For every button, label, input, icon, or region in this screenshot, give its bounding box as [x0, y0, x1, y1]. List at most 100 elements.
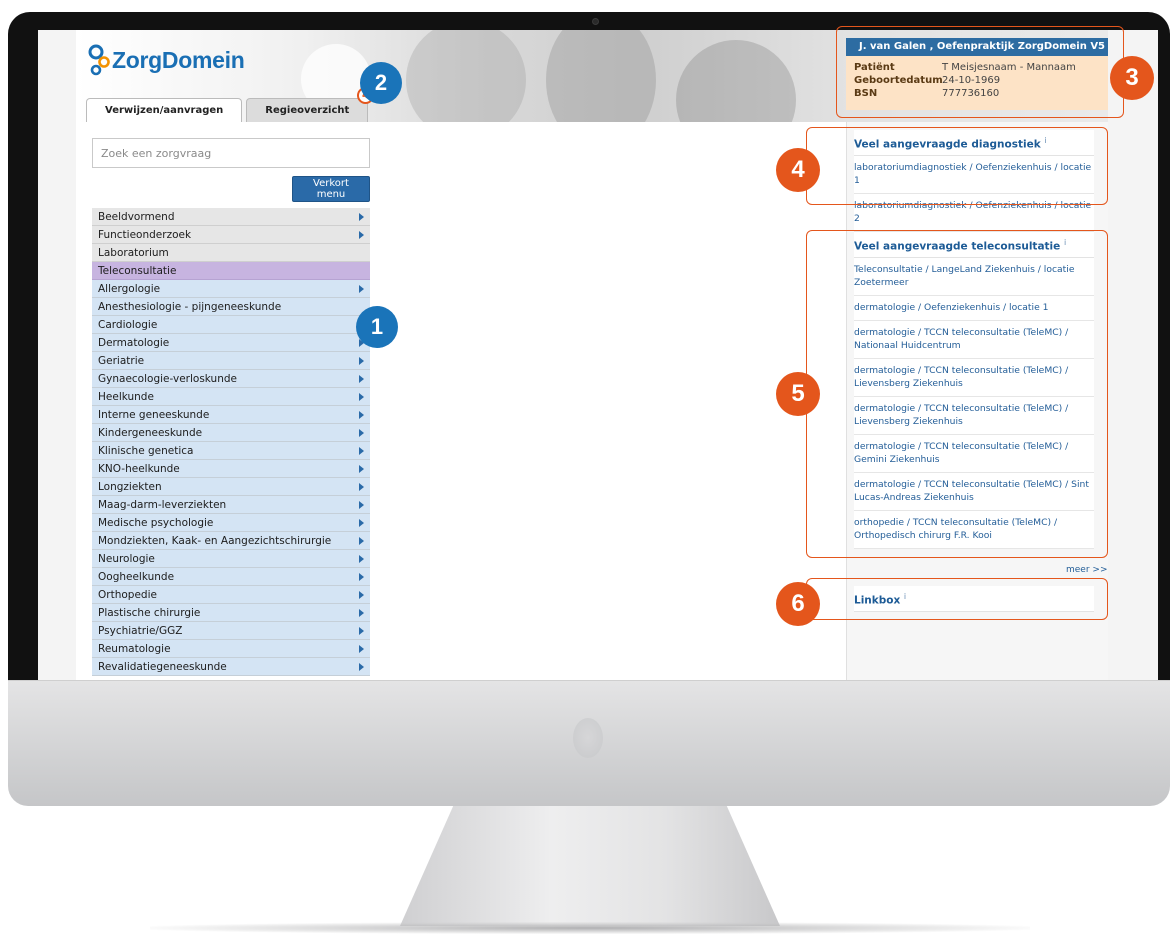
menu-item-label: Functieonderzoek: [98, 229, 192, 241]
callout-4: 4: [776, 148, 820, 192]
callout-1: 1: [356, 306, 398, 348]
chevron-right-icon: [359, 519, 364, 527]
menu-item[interactable]: Reumatologie: [92, 640, 370, 658]
menu-item-label: Orthopedie: [98, 589, 157, 601]
menu-item[interactable]: Teleconsultatie: [92, 262, 370, 280]
menu-item-label: Cardiologie: [98, 319, 158, 331]
callout-5: 5: [776, 372, 820, 416]
menu-item[interactable]: Orthopedie: [92, 586, 370, 604]
callout-frame-4: [806, 127, 1108, 205]
logo-icon: [88, 44, 110, 76]
chevron-right-icon: [359, 609, 364, 617]
main-tabs: Verwijzen/aanvragen Regieoverzicht: [86, 98, 369, 122]
menu-item-label: Geriatrie: [98, 355, 145, 367]
menu-item-label: Anesthesiologie - pijngeneeskunde: [98, 301, 282, 313]
meer-link[interactable]: meer >>: [1066, 565, 1107, 575]
menu-item[interactable]: Longziekten: [92, 478, 370, 496]
callout-frame-6: [806, 578, 1108, 620]
apple-logo-icon: [573, 718, 603, 758]
chevron-right-icon: [359, 537, 364, 545]
chevron-right-icon: [359, 357, 364, 365]
menu-item[interactable]: Revalidatiegeneeskunde: [92, 658, 370, 676]
menu-item[interactable]: Oogheelkunde: [92, 568, 370, 586]
menu-item-label: Dermatologie: [98, 337, 170, 349]
menu-item-label: Allergologie: [98, 283, 161, 295]
tab-regieoverzicht[interactable]: Regieoverzicht: [246, 98, 369, 122]
menu-item[interactable]: Neurologie: [92, 550, 370, 568]
callout-2: 2: [360, 62, 402, 104]
menu-item-label: KNO-heelkunde: [98, 463, 180, 475]
chevron-right-icon: [359, 627, 364, 635]
menu-item-label: Revalidatiegeneeskunde: [98, 661, 227, 673]
menu-item-label: Kindergeneeskunde: [98, 427, 203, 439]
menu-item[interactable]: Functieonderzoek: [92, 226, 370, 244]
menu-item[interactable]: Geriatrie: [92, 352, 370, 370]
menu-item-label: Plastische chirurgie: [98, 607, 201, 619]
header-photo-person: [406, 30, 526, 122]
chevron-right-icon: [359, 411, 364, 419]
menu-item[interactable]: Klinische genetica: [92, 442, 370, 460]
menu-item[interactable]: Mondziekten, Kaak- en Aangezichtschirurg…: [92, 532, 370, 550]
menu-item-label: Longziekten: [98, 481, 162, 493]
menu-item-label: Beeldvormend: [98, 211, 175, 223]
callout-6: 6: [776, 582, 820, 626]
chevron-right-icon: [359, 645, 364, 653]
verkort-menu-button[interactable]: Verkort menu: [292, 176, 370, 202]
chevron-right-icon: [359, 573, 364, 581]
callout-frame-3: [836, 26, 1124, 118]
chevron-right-icon: [359, 375, 364, 383]
menu-item[interactable]: Anesthesiologie - pijngeneeskunde: [92, 298, 370, 316]
menu-item[interactable]: Maag-darm-leverziekten: [92, 496, 370, 514]
search-input[interactable]: [92, 138, 370, 168]
menu-item-label: Psychiatrie/GGZ: [98, 625, 183, 637]
menu-item[interactable]: Heelkunde: [92, 388, 370, 406]
logo-text: ZorgDomein: [112, 46, 245, 73]
chevron-right-icon: [359, 231, 364, 239]
chevron-right-icon: [359, 393, 364, 401]
menu-item[interactable]: Beeldvormend: [92, 208, 370, 226]
menu-item[interactable]: Interne geneeskunde: [92, 406, 370, 424]
zorgdomein-logo[interactable]: ZorgDomein: [88, 44, 245, 76]
menu-item-label: Maag-darm-leverziekten: [98, 499, 227, 511]
chevron-right-icon: [359, 285, 364, 293]
menu-item[interactable]: Laboratorium: [92, 244, 370, 262]
menu-item[interactable]: KNO-heelkunde: [92, 460, 370, 478]
chevron-right-icon: [359, 591, 364, 599]
menu-item[interactable]: Allergologie: [92, 280, 370, 298]
chevron-right-icon: [359, 213, 364, 221]
tab-verwijzen[interactable]: Verwijzen/aanvragen: [86, 98, 243, 122]
menu-item-label: Heelkunde: [98, 391, 154, 403]
menu-item-label: Neurologie: [98, 553, 155, 565]
menu-item[interactable]: Dermatologie: [92, 334, 370, 352]
chevron-right-icon: [359, 663, 364, 671]
menu-item[interactable]: Cardiologie: [92, 316, 370, 334]
menu-item-label: Teleconsultatie: [98, 265, 177, 277]
chevron-right-icon: [359, 501, 364, 509]
menu-item-label: Medische psychologie: [98, 517, 214, 529]
menu-item-label: Klinische genetica: [98, 445, 194, 457]
chevron-right-icon: [359, 555, 364, 563]
chevron-right-icon: [359, 465, 364, 473]
menu-item-label: Oogheelkunde: [98, 571, 175, 583]
header-photo-person: [676, 40, 796, 122]
menu-item-label: Reumatologie: [98, 643, 171, 655]
menu-item-label: Interne geneeskunde: [98, 409, 210, 421]
chevron-right-icon: [359, 483, 364, 491]
monitor-stand-shadow: [150, 922, 1030, 934]
menu-item-label: Laboratorium: [98, 247, 169, 259]
menu-item[interactable]: Medische psychologie: [92, 514, 370, 532]
menu-item-label: Mondziekten, Kaak- en Aangezichtschirurg…: [98, 535, 332, 547]
chevron-right-icon: [359, 447, 364, 455]
camera-icon: [592, 18, 599, 25]
menu-item[interactable]: Psychiatrie/GGZ: [92, 622, 370, 640]
callout-3: 3: [1110, 56, 1154, 100]
menu-item-label: Gynaecologie-verloskunde: [98, 373, 237, 385]
header-photo-person: [546, 30, 656, 122]
menu-item[interactable]: Kindergeneeskunde: [92, 424, 370, 442]
callout-frame-5: [806, 230, 1108, 558]
chevron-right-icon: [359, 429, 364, 437]
monitor-stand: [400, 806, 780, 926]
specialism-menu: Beeldvormend Functieonderzoek Laboratorium…: [92, 208, 370, 676]
menu-item[interactable]: Gynaecologie-verloskunde: [92, 370, 370, 388]
menu-item[interactable]: Plastische chirurgie: [92, 604, 370, 622]
